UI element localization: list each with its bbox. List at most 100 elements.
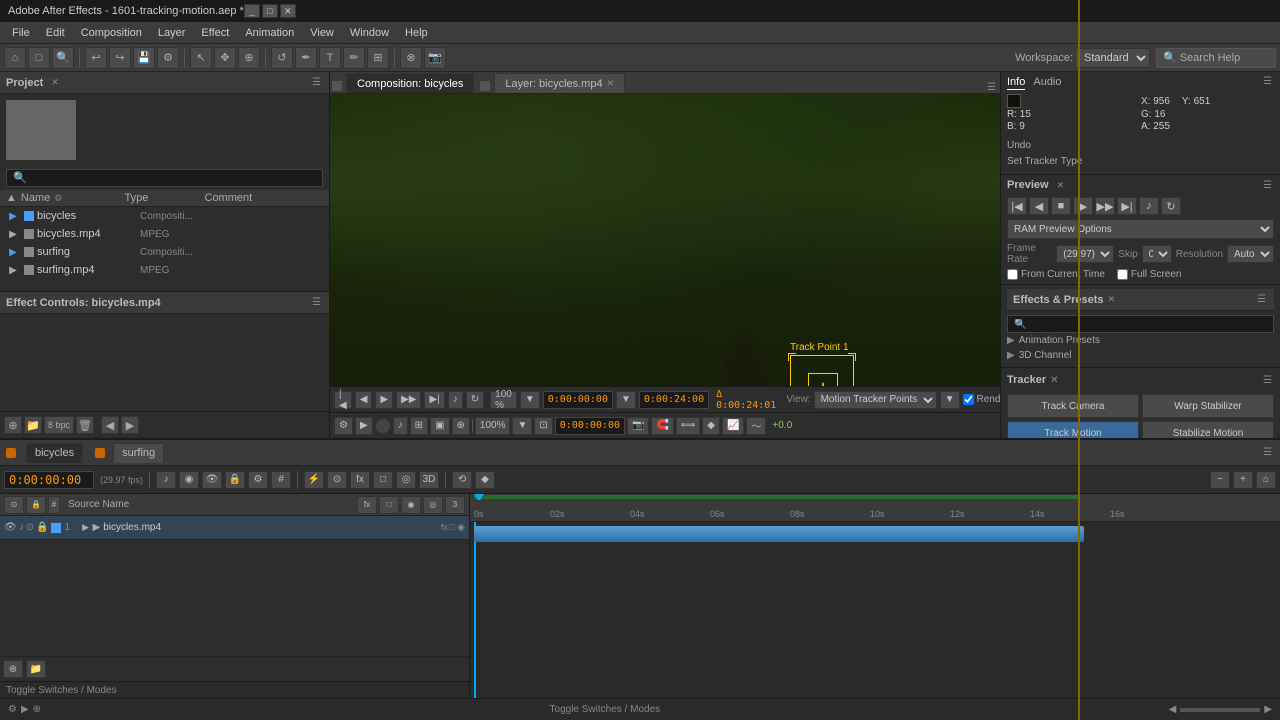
lh-lock[interactable]: 🔒 xyxy=(26,496,46,514)
search-tool[interactable]: 🔍 xyxy=(52,47,74,69)
lh-solo[interactable]: ⊙ xyxy=(4,496,24,514)
prev-first-btn[interactable]: |◀ xyxy=(1007,197,1027,215)
tl-audio-btn[interactable]: ♪ xyxy=(393,417,408,435)
tl-grid-btn[interactable]: ⊞ xyxy=(410,417,428,435)
tl-quality-toggle[interactable]: ◉ xyxy=(179,471,199,489)
view-mode-arrow[interactable]: ▼ xyxy=(940,391,960,409)
tab-layer-bicycles[interactable]: Layer: bicycles.mp4 ✕ xyxy=(494,73,625,93)
undo-tool[interactable]: ↩ xyxy=(85,47,107,69)
paint-tool[interactable]: ✏ xyxy=(343,47,365,69)
tl-snap-btn[interactable]: 🧲 xyxy=(651,417,673,435)
layer-1-eye[interactable]: 👁 xyxy=(4,522,17,533)
layer-1-name[interactable]: bicycles.mp4 xyxy=(103,522,440,533)
tl-pixel-btn[interactable]: ⊡ xyxy=(534,417,552,435)
effects-search-input[interactable] xyxy=(1007,315,1274,333)
info-tab[interactable]: Info xyxy=(1007,76,1025,90)
tl-mask-btn[interactable]: ⊙ xyxy=(327,471,347,489)
right-arrow-btn[interactable]: ▶ xyxy=(121,416,139,434)
search-help-box[interactable]: 🔍 Search Help xyxy=(1156,48,1276,68)
full-screen-label[interactable]: Full Screen xyxy=(1117,269,1182,280)
rotate-tool[interactable]: ↺ xyxy=(271,47,293,69)
menu-animation[interactable]: Animation xyxy=(237,25,302,41)
track-point-box[interactable]: ✛ xyxy=(790,355,854,386)
status-nav-slider[interactable] xyxy=(1180,708,1260,712)
layer-1-fx-icon[interactable]: fx xyxy=(441,522,448,533)
prev-loop-btn[interactable]: ↻ xyxy=(1161,197,1181,215)
tl-tab-surfing[interactable]: surfing xyxy=(113,443,164,463)
toggle-switches-status[interactable]: Toggle Switches / Modes xyxy=(61,704,1149,715)
stabilize-motion-button[interactable]: Stabilize Motion xyxy=(1142,421,1274,438)
layer-1-lock[interactable]: 🔒 xyxy=(36,522,48,533)
time-arrow-btn[interactable]: ▼ xyxy=(616,391,636,409)
delete-btn[interactable]: 🗑 xyxy=(76,416,94,434)
close-button[interactable]: ✕ xyxy=(280,4,296,18)
from-current-label[interactable]: From Current Time xyxy=(1007,269,1105,280)
tl-camera-btn[interactable]: 📷 xyxy=(627,417,649,435)
menu-window[interactable]: Window xyxy=(342,25,397,41)
tl-label-toggle[interactable]: ⚙ xyxy=(248,471,268,489)
from-current-checkbox[interactable] xyxy=(1007,269,1018,280)
tl-settings-btn[interactable]: ⚙ xyxy=(334,417,353,435)
info-menu-btn[interactable]: ☰ xyxy=(1261,76,1274,90)
first-frame-btn[interactable]: |◀ xyxy=(334,391,352,409)
ram-preview-dropdown[interactable]: RAM Preview Options xyxy=(1007,219,1274,239)
clone-tool[interactable]: ⊞ xyxy=(367,47,389,69)
track-point-1[interactable]: Track Point 1 ✛ xyxy=(790,342,854,386)
menu-layer[interactable]: Layer xyxy=(150,25,194,41)
tl-stretch-btn[interactable]: ⟺ xyxy=(676,417,700,435)
play-btn[interactable]: ▶ xyxy=(375,391,393,409)
render-checkbox[interactable] xyxy=(963,394,974,405)
tl-3d-btn[interactable]: ⊕ xyxy=(452,417,470,435)
lh-quality[interactable]: ◉ xyxy=(401,496,421,514)
audio-btn[interactable]: ♪ xyxy=(448,391,463,409)
tl-num-toggle[interactable]: # xyxy=(271,471,291,489)
tl-parent-btn[interactable]: ⟲ xyxy=(452,471,472,489)
tab-composition-bicycles[interactable]: Composition: bicycles xyxy=(346,73,474,93)
new-tool[interactable]: □ xyxy=(28,47,50,69)
tl-render-btn[interactable]: ▶ xyxy=(355,417,373,435)
maximize-button[interactable]: □ xyxy=(262,4,278,18)
tl-effect-btn[interactable]: fx xyxy=(350,471,370,489)
tl-zoom-select[interactable]: 100% xyxy=(475,417,511,435)
menu-effect[interactable]: Effect xyxy=(193,25,237,41)
view-mode-select[interactable]: Motion Tracker Points xyxy=(814,391,937,409)
project-menu-btn[interactable]: ☰ xyxy=(310,77,323,88)
next-frame-btn[interactable]: ▶▶ xyxy=(396,391,421,409)
3d-channel-item[interactable]: ▶ 3D Channel xyxy=(1007,348,1274,363)
tl-color-btn[interactable] xyxy=(375,418,391,434)
home-tool[interactable]: ⌂ xyxy=(4,47,26,69)
tl-visibility-toggle[interactable]: 👁 xyxy=(202,471,222,489)
layer-1-blend-icon[interactable]: □ xyxy=(450,522,455,533)
camera-tool[interactable]: 📷 xyxy=(424,47,446,69)
prev-stop-btn[interactable]: ■ xyxy=(1051,197,1071,215)
project-search-input[interactable] xyxy=(6,169,323,187)
tl-frame-blend[interactable]: □ xyxy=(373,471,393,489)
tl-btn-folder[interactable]: 📁 xyxy=(26,660,46,678)
status-icon-1[interactable]: ⚙ xyxy=(8,704,17,715)
track-point-inner[interactable]: ✛ xyxy=(808,373,838,386)
lh-motionblur[interactable]: ◎ xyxy=(423,496,443,514)
menu-view[interactable]: View xyxy=(302,25,342,41)
project-item-surfing-mp4[interactable]: ▶ surfing.mp4 MPEG xyxy=(0,261,329,279)
warp-stabilizer-button[interactable]: Warp Stabilizer xyxy=(1142,394,1274,418)
layer-row-1[interactable]: 👁 ♪ ⊙ 🔒 1 ▶ ▶ bicycles.mp4 fx □ ◉ xyxy=(0,516,469,540)
prev-audio-btn[interactable]: ♪ xyxy=(1139,197,1159,215)
tl-btn-new-solid[interactable]: ⊕ xyxy=(3,660,23,678)
tracks-area[interactable] xyxy=(470,522,1280,698)
hand-tool[interactable]: ✥ xyxy=(214,47,236,69)
tl-lock-toggle[interactable]: 🔒 xyxy=(225,471,245,489)
menu-edit[interactable]: Edit xyxy=(38,25,73,41)
viewer-menu-btn[interactable]: ☰ xyxy=(985,82,998,93)
tab-layer-close[interactable]: ✕ xyxy=(607,78,615,89)
magnify-btn[interactable]: 100 % xyxy=(490,391,517,409)
lh-3d[interactable]: 3 xyxy=(445,496,465,514)
lh-fx[interactable]: fx xyxy=(357,496,377,514)
select-tool[interactable]: ↖ xyxy=(190,47,212,69)
tl-tab-bicycles[interactable]: bicycles xyxy=(26,443,83,463)
left-arrow-btn[interactable]: ◀ xyxy=(101,416,119,434)
minimize-button[interactable]: _ xyxy=(244,4,260,18)
prev-next-btn[interactable]: ▶▶ xyxy=(1095,197,1115,215)
tl-keyframe-assist[interactable]: ◆ xyxy=(475,471,495,489)
menu-file[interactable]: File xyxy=(4,25,38,41)
toggle-switches-label[interactable]: Toggle Switches / Modes xyxy=(6,685,117,696)
